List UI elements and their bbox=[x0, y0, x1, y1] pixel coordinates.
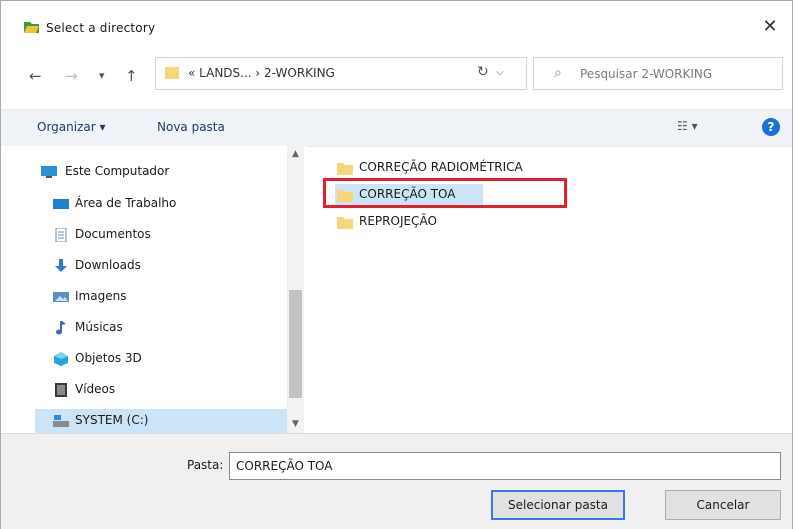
forward-button[interactable]: → bbox=[65, 67, 78, 85]
help-icon[interactable]: ? bbox=[762, 118, 780, 136]
scrollbar-thumb[interactable] bbox=[289, 290, 302, 398]
back-button[interactable]: ← bbox=[29, 67, 42, 85]
sidebar-item-documentos[interactable]: Documentos bbox=[35, 223, 285, 247]
folder-name-input[interactable]: CORREÇÃO TOA bbox=[229, 452, 781, 480]
videos-icon bbox=[55, 383, 67, 397]
search-placeholder: Pesquisar 2-WORKING bbox=[580, 67, 713, 81]
organize-button[interactable]: Organizar ▾ bbox=[37, 120, 106, 134]
documents-icon bbox=[55, 228, 67, 242]
scroll-up-icon[interactable]: ▲ bbox=[287, 146, 304, 163]
desktop-icon bbox=[53, 199, 69, 209]
address-bar[interactable]: « LANDS... › 2-WORKING ⌵ bbox=[155, 57, 527, 90]
sidebar-item-system-c[interactable]: SYSTEM (C:) bbox=[35, 409, 287, 433]
refresh-button[interactable]: ↻ bbox=[477, 64, 489, 80]
pictures-icon bbox=[53, 292, 69, 302]
folder-icon bbox=[165, 67, 179, 79]
sidebar-item-objetos-3d[interactable]: Objetos 3D bbox=[35, 347, 285, 371]
new-folder-button[interactable]: Nova pasta bbox=[157, 120, 225, 134]
folder-icon bbox=[337, 217, 353, 229]
close-button[interactable]: ✕ bbox=[752, 13, 788, 41]
sidebar-item-este-computador[interactable]: Este Computador bbox=[35, 160, 285, 184]
sidebar-item-videos[interactable]: Vídeos bbox=[35, 378, 285, 402]
dialog-footer: Pasta: CORREÇÃO TOA Selecionar pasta Can… bbox=[1, 433, 792, 529]
cancel-button[interactable]: Cancelar bbox=[665, 490, 781, 520]
objects3d-icon bbox=[54, 352, 68, 366]
folder-icon bbox=[337, 163, 353, 175]
up-button[interactable]: ↑ bbox=[125, 67, 138, 85]
title-bar: Select a directory ✕ bbox=[1, 1, 792, 45]
computer-icon bbox=[41, 166, 57, 178]
navigation-scrollbar[interactable]: ▲ ▼ bbox=[287, 146, 304, 433]
select-directory-dialog: Select a directory ✕ ← → ▾ ↑ « LANDS... … bbox=[0, 0, 793, 529]
download-icon bbox=[55, 259, 67, 272]
chevron-down-icon[interactable]: ⌵ bbox=[496, 67, 504, 78]
window-title: Select a directory bbox=[46, 21, 156, 35]
highlight-annotation-box bbox=[323, 178, 567, 208]
select-folder-button[interactable]: Selecionar pasta bbox=[491, 490, 625, 520]
navigation-pane: Este Computador Área de Trabalho Documen… bbox=[1, 146, 306, 433]
scroll-down-icon[interactable]: ▼ bbox=[287, 416, 304, 433]
drive-icon bbox=[53, 415, 69, 427]
music-icon bbox=[56, 321, 66, 335]
search-input[interactable]: ⌕ Pesquisar 2-WORKING bbox=[533, 57, 783, 90]
sidebar-item-area-de-trabalho[interactable]: Área de Trabalho bbox=[35, 192, 285, 216]
app-icon bbox=[24, 22, 39, 33]
view-options-button[interactable]: ☷ ▾ bbox=[677, 119, 698, 133]
command-bar: Organizar ▾ Nova pasta ☷ ▾ ? bbox=[1, 109, 792, 147]
search-icon: ⌕ bbox=[554, 65, 562, 81]
folder-label: Pasta: bbox=[187, 458, 224, 472]
sidebar-item-imagens[interactable]: Imagens bbox=[35, 285, 285, 309]
sidebar-item-downloads[interactable]: Downloads bbox=[35, 254, 285, 278]
recent-locations-button[interactable]: ▾ bbox=[99, 69, 105, 82]
sidebar-item-musicas[interactable]: Músicas bbox=[35, 316, 285, 340]
breadcrumb[interactable]: « LANDS... › 2-WORKING bbox=[188, 66, 335, 80]
